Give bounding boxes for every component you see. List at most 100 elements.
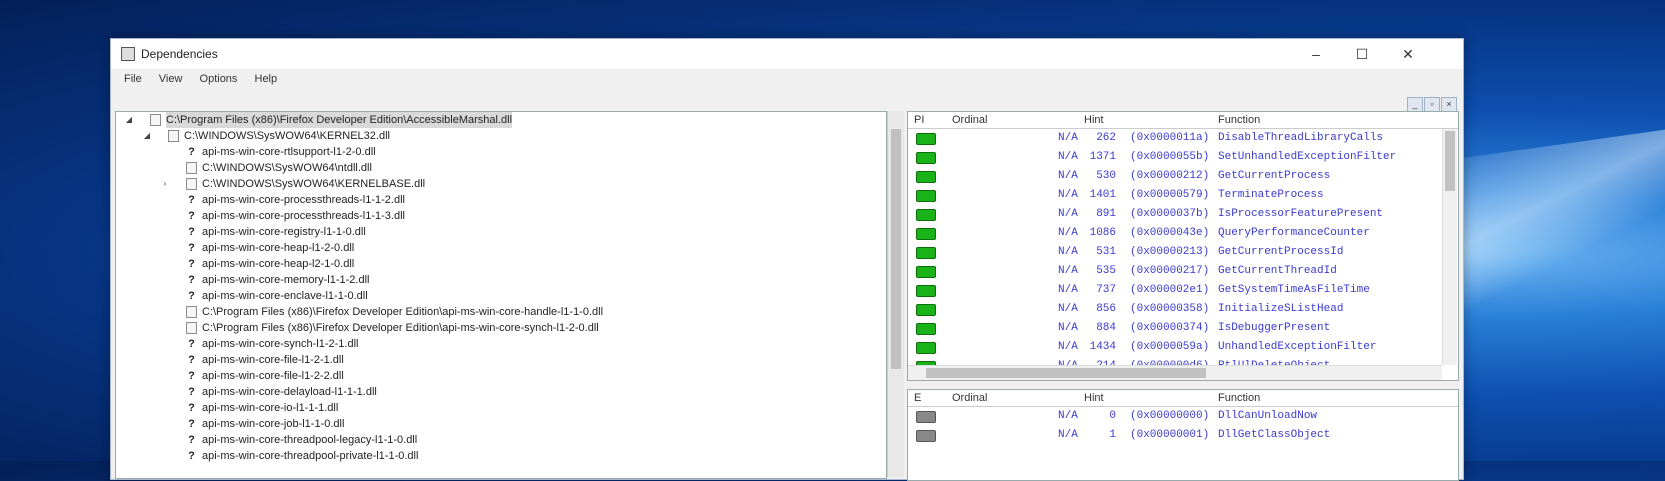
tree-item[interactable]: ? api-ms-win-core-memory-l1-1-2.dll bbox=[116, 272, 886, 288]
tree-item[interactable]: ? api-ms-win-core-file-l1-2-2.dll bbox=[116, 368, 886, 384]
tree-item[interactable]: ? api-ms-win-core-io-l1-1-1.dll bbox=[116, 400, 886, 416]
tree-item[interactable]: C:\WINDOWS\SysWOW64\ntdll.dll bbox=[116, 160, 886, 176]
missing-module-icon: ? bbox=[188, 258, 195, 270]
tree-expander-icon[interactable]: ◢ bbox=[124, 112, 134, 128]
imports-row[interactable]: N/A 530 (0x00000212) GetCurrentProcess bbox=[908, 167, 1458, 186]
ordinal-cell: N/A bbox=[1058, 208, 1078, 220]
hint-hex-cell: (0x00000001) bbox=[1130, 429, 1210, 441]
tree-item[interactable]: ? api-ms-win-core-heap-l2-1-0.dll bbox=[116, 256, 886, 272]
imports-vscroll-thumb[interactable] bbox=[1445, 131, 1455, 191]
function-cell: UnhandledExceptionFilter bbox=[1218, 341, 1377, 353]
imports-row[interactable]: N/A 737 (0x000002e1) GetSystemTimeAsFileTim… bbox=[908, 281, 1458, 300]
close-button[interactable]: ✕ bbox=[1385, 39, 1431, 69]
tree-item-label: api-ms-win-core-heap-l1-2-0.dll bbox=[202, 242, 355, 254]
imports-horizontal-scrollbar[interactable] bbox=[908, 365, 1442, 380]
tree-item-label: C:\WINDOWS\SysWOW64\KERNELBASE.dll bbox=[202, 178, 426, 190]
imports-row[interactable]: N/A 1434 (0x0000059a) UnhandledExceptionFil… bbox=[908, 338, 1458, 357]
col-hint[interactable]: Hint bbox=[1084, 114, 1104, 126]
col-hint[interactable]: Hint bbox=[1084, 392, 1104, 404]
tree-scroll-thumb[interactable] bbox=[891, 129, 901, 369]
ordinal-cell: N/A bbox=[1058, 189, 1078, 201]
missing-module-icon: ? bbox=[188, 210, 195, 222]
exports-row[interactable]: N/A 1 (0x00000001) DllGetClassObject bbox=[908, 426, 1458, 445]
tree-item[interactable]: ? api-ms-win-core-delayload-l1-1-1.dll bbox=[116, 384, 886, 400]
exports-list[interactable]: N/A 0 (0x00000000) DllCanUnloadNow N/A 1 (0x00… bbox=[908, 407, 1458, 445]
menu-view[interactable]: View bbox=[152, 69, 190, 89]
tree-item[interactable]: ? api-ms-win-core-file-l1-2-1.dll bbox=[116, 352, 886, 368]
hint-hex-cell: (0x0000059a) bbox=[1130, 341, 1210, 353]
imports-hscroll-thumb[interactable] bbox=[926, 368, 1206, 378]
col-function[interactable]: Function bbox=[1218, 392, 1260, 404]
imports-header: PI Ordinal Hint Function bbox=[908, 112, 1458, 129]
tree-item[interactable]: ◢ C:\WINDOWS\SysWOW64\KERNEL32.dll bbox=[116, 128, 886, 144]
tree-item[interactable]: ? api-ms-win-core-threadpool-private-l1-1… bbox=[116, 448, 886, 464]
hint-cell: 891 bbox=[1096, 208, 1116, 220]
tree-item-label: api-ms-win-core-job-l1-1-0.dll bbox=[202, 418, 345, 430]
tree-item[interactable]: ? api-ms-win-core-rtlsupport-l1-2-0.dll bbox=[116, 144, 886, 160]
col-ordinal[interactable]: Ordinal bbox=[952, 392, 987, 404]
menu-file[interactable]: File bbox=[117, 69, 149, 89]
imports-row[interactable]: N/A 856 (0x00000358) InitializeSListHead bbox=[908, 300, 1458, 319]
minimize-button[interactable]: – bbox=[1293, 39, 1339, 69]
hint-cell: 1086 bbox=[1089, 227, 1116, 239]
tree-expander-icon[interactable]: ◢ bbox=[142, 128, 152, 144]
tree-item[interactable]: ◢ C:\Program Files (x86)\Firefox Develope… bbox=[116, 112, 886, 128]
imports-row[interactable]: N/A 884 (0x00000374) IsDebuggerPresent bbox=[908, 319, 1458, 338]
imports-row[interactable]: N/A 891 (0x0000037b) IsProcessorFeaturePres… bbox=[908, 205, 1458, 224]
tree-vertical-scrollbar[interactable] bbox=[887, 111, 904, 477]
function-cell: IsDebuggerPresent bbox=[1218, 322, 1331, 334]
hint-hex-cell: (0x00000000) bbox=[1130, 410, 1210, 422]
imports-list[interactable]: N/A 262 (0x0000011a) DisableThreadLibraryCa… bbox=[908, 129, 1458, 376]
imports-row[interactable]: N/A 1401 (0x00000579) TerminateProcess bbox=[908, 186, 1458, 205]
tree-expander-icon[interactable]: › bbox=[160, 176, 170, 192]
imports-row[interactable]: N/A 262 (0x0000011a) DisableThreadLibraryCa… bbox=[908, 129, 1458, 148]
import-status-icon bbox=[916, 285, 936, 297]
imports-row[interactable]: N/A 535 (0x00000217) GetCurrentThreadId bbox=[908, 262, 1458, 281]
maximize-button[interactable]: ☐ bbox=[1339, 39, 1385, 69]
import-status-icon bbox=[916, 247, 936, 259]
exports-row[interactable]: N/A 0 (0x00000000) DllCanUnloadNow bbox=[908, 407, 1458, 426]
mdi-restore-button[interactable]: ▫ bbox=[1424, 97, 1440, 112]
imports-row[interactable]: N/A 1371 (0x0000055b) SetUnhandledException… bbox=[908, 148, 1458, 167]
tree-item[interactable]: C:\Program Files (x86)\Firefox Developer… bbox=[116, 304, 886, 320]
tree-item[interactable]: ? api-ms-win-core-job-l1-1-0.dll bbox=[116, 416, 886, 432]
menu-help[interactable]: Help bbox=[248, 69, 285, 89]
col-function[interactable]: Function bbox=[1218, 114, 1260, 126]
missing-module-icon: ? bbox=[188, 290, 195, 302]
tree-item-label: C:\WINDOWS\SysWOW64\ntdll.dll bbox=[202, 162, 372, 174]
import-status-icon bbox=[916, 304, 936, 316]
tree-item-label: C:\Program Files (x86)\Firefox Developer… bbox=[202, 322, 599, 334]
missing-module-icon: ? bbox=[188, 194, 195, 206]
tree-item[interactable]: ? api-ms-win-core-processthreads-l1-1-2.d… bbox=[116, 192, 886, 208]
tree-item[interactable]: ? api-ms-win-core-heap-l1-2-0.dll bbox=[116, 240, 886, 256]
tree-item[interactable]: C:\Program Files (x86)\Firefox Developer… bbox=[116, 320, 886, 336]
imports-vertical-scrollbar[interactable] bbox=[1442, 129, 1457, 365]
tree-item[interactable]: ? api-ms-win-core-processthreads-l1-1-3.d… bbox=[116, 208, 886, 224]
hint-hex-cell: (0x0000043e) bbox=[1130, 227, 1210, 239]
import-status-icon bbox=[916, 190, 936, 202]
mdi-close-button[interactable]: × bbox=[1441, 97, 1457, 112]
dependency-tree[interactable]: ◢ C:\Program Files (x86)\Firefox Develope… bbox=[115, 111, 887, 479]
tree-item[interactable]: ? api-ms-win-core-synch-l1-2-1.dll bbox=[116, 336, 886, 352]
ordinal-cell: N/A bbox=[1058, 170, 1078, 182]
imports-row[interactable]: N/A 1086 (0x0000043e) QueryPerformanceCount… bbox=[908, 224, 1458, 243]
mdi-minimize-button[interactable]: _ bbox=[1407, 97, 1423, 112]
exports-panel: E Ordinal Hint Function N/A 0 (0x00000000)… bbox=[907, 389, 1459, 481]
tree-item[interactable]: › C:\WINDOWS\SysWOW64\KERNELBASE.dll bbox=[116, 176, 886, 192]
col-ordinal[interactable]: Ordinal bbox=[952, 114, 987, 126]
tree-item[interactable]: ? api-ms-win-core-registry-l1-1-0.dll bbox=[116, 224, 886, 240]
function-cell: InitializeSListHead bbox=[1218, 303, 1344, 315]
hint-cell: 531 bbox=[1096, 246, 1116, 258]
imports-row[interactable]: N/A 531 (0x00000213) GetCurrentProcessId bbox=[908, 243, 1458, 262]
col-pi[interactable]: PI bbox=[914, 114, 924, 126]
missing-module-icon: ? bbox=[188, 434, 195, 446]
hint-cell: 1 bbox=[1109, 429, 1116, 441]
function-cell: TerminateProcess bbox=[1218, 189, 1324, 201]
col-e[interactable]: E bbox=[914, 392, 921, 404]
function-cell: GetCurrentProcess bbox=[1218, 170, 1331, 182]
tree-item[interactable]: ? api-ms-win-core-enclave-l1-1-0.dll bbox=[116, 288, 886, 304]
hint-cell: 884 bbox=[1096, 322, 1116, 334]
menu-options[interactable]: Options bbox=[193, 69, 245, 89]
tree-item[interactable]: ? api-ms-win-core-threadpool-legacy-l1-1-… bbox=[116, 432, 886, 448]
tree-item-label: api-ms-win-core-file-l1-2-1.dll bbox=[202, 354, 344, 366]
